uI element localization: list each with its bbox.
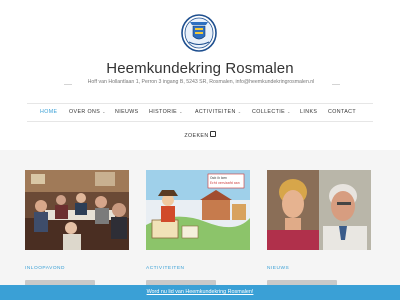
site-logo[interactable] [181, 14, 217, 52]
nav-item-label: HOME [40, 109, 58, 115]
address-text: Hoff van Hollantlaan 1, Perron 3 ingang … [87, 79, 315, 85]
nav-item-label: COLLECTIE [252, 109, 286, 115]
poster-line-2: Echt verslaafd aan [210, 181, 240, 185]
post-thumbnail[interactable] [267, 170, 371, 250]
nav-item-label: ACTIVITEITEN [195, 109, 236, 115]
nav-item-collectie[interactable]: COLLECTIE ⌄ [252, 109, 291, 115]
site-header: Heemkundekring Rosmalen Hoff van Hollant… [0, 0, 400, 150]
post-thumbnail[interactable] [25, 170, 129, 250]
post-category[interactable]: ACTIVITEITEN [146, 266, 185, 271]
post-card[interactable]: NIEUWS [267, 170, 375, 300]
event-poster: Ook ik ben Echt verslaafd aan [146, 170, 250, 250]
chevron-down-icon: ⌄ [287, 109, 291, 114]
membership-banner: Word nu lid van Heemkundekring Rosmalen! [0, 285, 400, 300]
poster-line-1: Ook ik ben [210, 176, 227, 180]
membership-link[interactable]: Word nu lid van Heemkundekring Rosmalen! [0, 289, 400, 295]
search-icon [209, 131, 216, 137]
nav-item-label: LINKS [300, 109, 318, 115]
address-line: Hoff van Hollantlaan 1, Perron 3 ingang … [0, 79, 400, 89]
post-card[interactable]: Ook ik ben Echt verslaafd aan ACTIVITEIT… [146, 170, 254, 300]
nav-divider-top [27, 103, 373, 104]
nav-item-label: CONTACT [328, 109, 357, 115]
chevron-down-icon: ⌄ [179, 109, 183, 114]
portrait-photo [267, 170, 371, 250]
nav-item-nieuws[interactable]: NIEUWS [115, 109, 139, 115]
divider-left [64, 84, 72, 85]
search-toggle[interactable]: ZOEKEN [0, 131, 400, 139]
club-crest-icon [181, 14, 217, 52]
post-card[interactable]: INLOOPAVOND [25, 170, 133, 300]
nav-item-label: NIEUWS [115, 109, 139, 115]
nav-item-contact[interactable]: CONTACT [328, 109, 356, 115]
nav-item-links[interactable]: LINKS [300, 109, 317, 115]
post-category[interactable]: INLOOPAVOND [25, 266, 65, 271]
nav-item-home[interactable]: HOME [40, 109, 58, 115]
divider-right [332, 84, 340, 85]
chevron-down-icon: ⌄ [237, 109, 242, 114]
post-thumbnail[interactable]: Ook ik ben Echt verslaafd aan [146, 170, 250, 250]
gathering-photo [25, 170, 129, 250]
main-navigation: HOME OVER ONS ⌄ NIEUWS HISTORIE ⌄ ACTIVITE… [0, 103, 400, 122]
site-title[interactable]: Heemkundekring Rosmalen [0, 60, 400, 77]
nav-item-over-ons[interactable]: OVER ONS ⌄ [69, 109, 106, 115]
chevron-down-icon: ⌄ [102, 109, 106, 114]
nav-item-historie[interactable]: HISTORIE ⌄ [149, 109, 183, 115]
nav-item-activiteiten[interactable]: ACTIVITEITEN ⌄ [195, 109, 241, 115]
search-label: ZOEKEN [184, 133, 209, 139]
post-category[interactable]: NIEUWS [267, 266, 289, 271]
nav-item-label: HISTORIE [149, 109, 178, 115]
nav-divider-bottom [27, 121, 373, 122]
nav-item-label: OVER ONS [69, 109, 101, 115]
